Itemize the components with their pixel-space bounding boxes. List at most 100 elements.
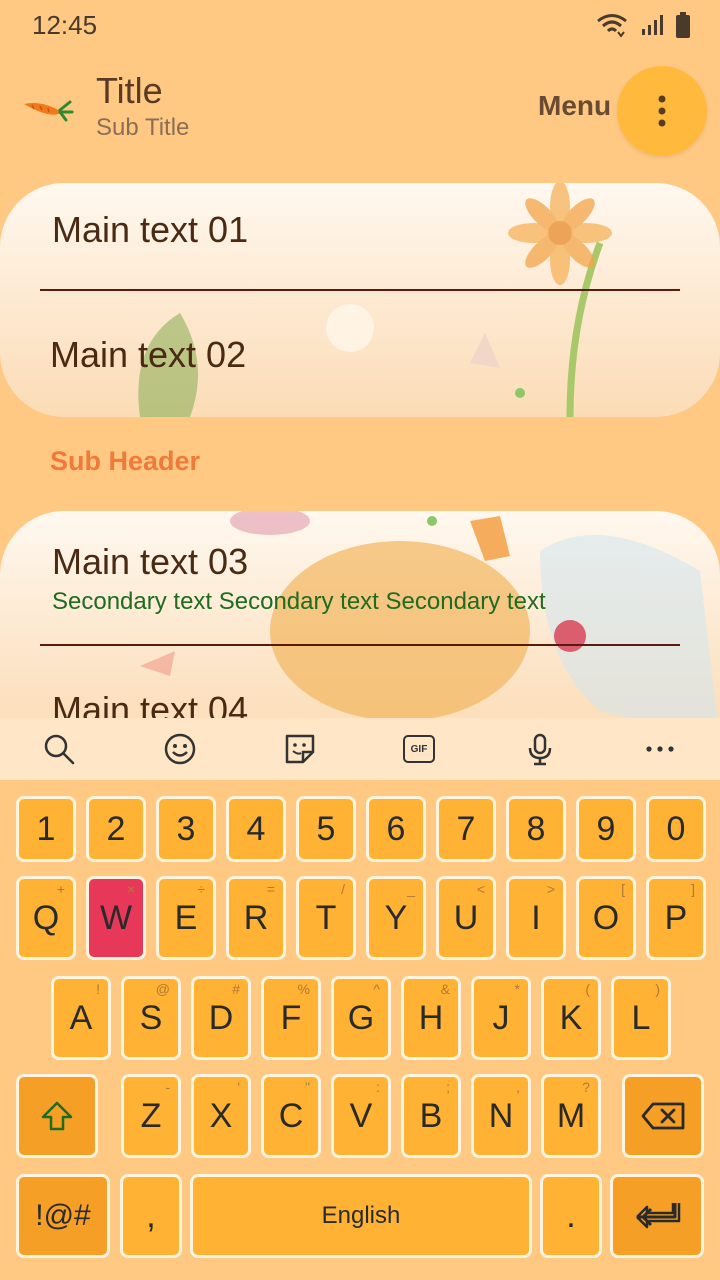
key-label: R	[243, 898, 269, 937]
key-r[interactable]: R =	[226, 876, 286, 960]
key-z[interactable]: Z-	[121, 1074, 181, 1158]
key-label: 4	[246, 809, 266, 848]
signal-icon	[642, 15, 663, 35]
keyboard: 1234567890 Q + W × E ÷ R = T / Y _ U < I > O[P] A! S @ D # F%…	[0, 780, 720, 1280]
more-horizontal-icon[interactable]	[643, 732, 677, 766]
key-label: 8	[526, 809, 546, 848]
key-u[interactable]: U <	[436, 876, 496, 960]
status-time: 12:45	[32, 10, 98, 40]
backspace-key[interactable]	[622, 1074, 704, 1158]
key-label: W	[99, 898, 133, 937]
mic-icon[interactable]	[523, 732, 557, 766]
key-4[interactable]: 4	[226, 796, 286, 862]
emoji-icon[interactable]	[163, 732, 197, 766]
key-hint: &	[440, 981, 450, 997]
key-label: V	[349, 1096, 373, 1135]
key-hint: *	[514, 981, 520, 997]
key-i[interactable]: I >	[506, 876, 566, 960]
key-x[interactable]: X '	[191, 1074, 251, 1158]
key-hint: ÷	[197, 881, 205, 897]
key-label: Q	[32, 898, 60, 937]
gif-icon[interactable]: GIF	[403, 735, 435, 763]
sub-header: Sub Header	[50, 446, 201, 476]
key-label: C	[278, 1096, 304, 1135]
key-label: X	[209, 1096, 233, 1135]
key-h[interactable]: H &	[401, 976, 461, 1060]
key-w[interactable]: W ×	[86, 876, 146, 960]
list-card-1: Main text 01 Main text 02	[0, 183, 720, 417]
key-b[interactable]: B;	[401, 1074, 461, 1158]
key-0[interactable]: 0	[646, 796, 706, 862]
key-o[interactable]: O[	[576, 876, 636, 960]
symbols-key[interactable]: !@#	[16, 1174, 110, 1258]
key-v[interactable]: V:	[331, 1074, 391, 1158]
key-k[interactable]: K(	[541, 976, 601, 1060]
key-7[interactable]: 7	[436, 796, 496, 862]
key-hint: !	[96, 981, 100, 997]
key-label: F	[280, 998, 302, 1037]
more-options-button[interactable]	[617, 66, 707, 156]
key-5[interactable]: 5	[296, 796, 356, 862]
key-hint: <	[476, 881, 485, 897]
list-item-main-text[interactable]: Main text 01	[52, 209, 248, 251]
key-hint: %	[297, 981, 310, 997]
key-hint: ?	[582, 1079, 590, 1095]
space-bar[interactable]: English	[190, 1174, 532, 1258]
key-hint: ]	[691, 881, 695, 897]
backspace-icon	[641, 1102, 685, 1130]
space-bar-label: English	[321, 1202, 401, 1229]
key-label: O	[592, 898, 620, 937]
key-d[interactable]: D #	[191, 976, 251, 1060]
key-t[interactable]: T /	[296, 876, 356, 960]
key-s[interactable]: S @	[121, 976, 181, 1060]
key-label: N	[488, 1096, 514, 1135]
key-hint: #	[232, 981, 240, 997]
key-j[interactable]: J *	[471, 976, 531, 1060]
key-m[interactable]: M?	[541, 1074, 601, 1158]
key-f[interactable]: F%	[261, 976, 321, 1060]
keyboard-toolbar: GIF	[0, 718, 720, 780]
list-item-secondary-text: Secondary text Secondary text Secondary …	[52, 588, 546, 615]
key-label: D	[208, 998, 234, 1037]
key-p[interactable]: P]	[646, 876, 706, 960]
shift-key[interactable]	[16, 1074, 98, 1158]
list-divider	[40, 289, 680, 291]
key-y[interactable]: Y _	[366, 876, 426, 960]
key-a[interactable]: A!	[51, 976, 111, 1060]
key-label: G	[347, 998, 375, 1037]
comma-key[interactable]: ,	[120, 1174, 182, 1258]
menu-button[interactable]: Menu	[538, 90, 611, 122]
key-c[interactable]: C "	[261, 1074, 321, 1158]
key-q[interactable]: Q +	[16, 876, 76, 960]
list-item-main-text[interactable]: Main text 03	[52, 541, 248, 583]
key-label: 2	[106, 809, 126, 848]
key-9[interactable]: 9	[576, 796, 636, 862]
key-hint: _	[407, 881, 415, 897]
key-hint: '	[237, 1079, 240, 1095]
key-6[interactable]: 6	[366, 796, 426, 862]
key-label: P	[664, 898, 688, 937]
status-bar: 12:45	[0, 0, 720, 52]
period-key[interactable]: .	[540, 1174, 602, 1258]
key-hint: ,	[516, 1079, 520, 1095]
key-2[interactable]: 2	[86, 796, 146, 862]
status-icons	[596, 12, 690, 38]
key-hint: @	[155, 981, 170, 997]
key-label: A	[69, 998, 93, 1037]
key-label: 0	[666, 809, 686, 848]
key-8[interactable]: 8	[506, 796, 566, 862]
enter-key[interactable]	[610, 1174, 704, 1258]
key-label: 6	[386, 809, 406, 848]
key-n[interactable]: N,	[471, 1074, 531, 1158]
key-g[interactable]: G ^	[331, 976, 391, 1060]
key-e[interactable]: E ÷	[156, 876, 216, 960]
key-l[interactable]: L)	[611, 976, 671, 1060]
key-1[interactable]: 1	[16, 796, 76, 862]
list-item-main-text[interactable]: Main text 02	[50, 334, 246, 376]
key-label: 5	[316, 809, 336, 848]
key-label: L	[631, 998, 651, 1037]
key-hint: /	[341, 881, 345, 897]
key-3[interactable]: 3	[156, 796, 216, 862]
search-icon[interactable]	[42, 732, 76, 766]
sticker-icon[interactable]	[283, 732, 317, 766]
